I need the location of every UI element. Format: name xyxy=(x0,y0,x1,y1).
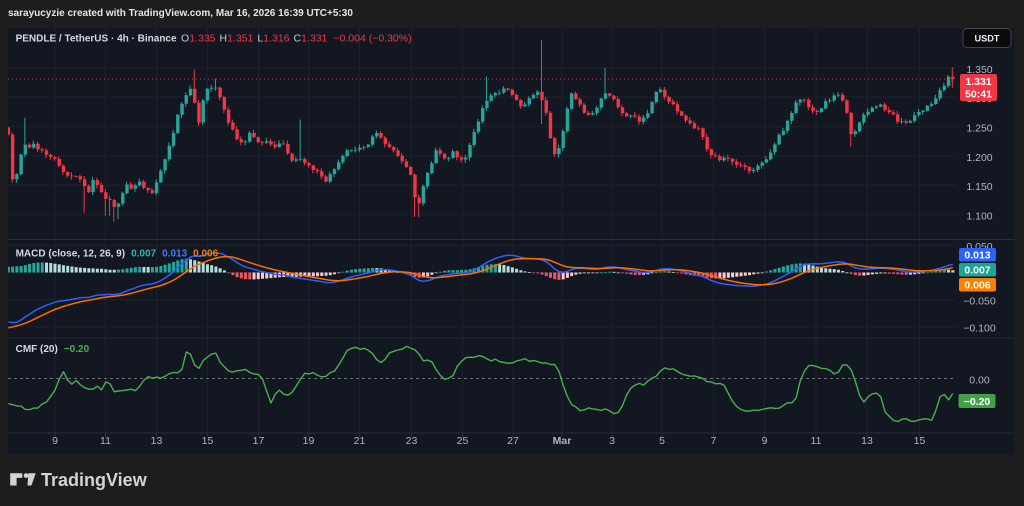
svg-text:1.331: 1.331 xyxy=(965,76,991,88)
svg-text:1.150: 1.150 xyxy=(966,181,992,193)
svg-text:9: 9 xyxy=(52,435,58,447)
svg-text:0.007: 0.007 xyxy=(964,265,990,277)
svg-text:50:41: 50:41 xyxy=(965,89,992,101)
svg-text:13: 13 xyxy=(861,435,873,447)
svg-text:1.100: 1.100 xyxy=(966,210,992,222)
svg-text:23: 23 xyxy=(406,435,418,447)
svg-text:−0.100: −0.100 xyxy=(963,323,996,335)
svg-text:5: 5 xyxy=(659,435,665,447)
svg-text:11: 11 xyxy=(811,435,822,447)
svg-text:3: 3 xyxy=(609,435,615,447)
svg-text:11: 11 xyxy=(100,435,111,447)
svg-text:Mar: Mar xyxy=(553,435,572,447)
svg-text:TradingView: TradingView xyxy=(41,470,148,490)
svg-text:19: 19 xyxy=(303,435,315,447)
svg-text:9: 9 xyxy=(762,435,768,447)
svg-text:PENDLE / TetherUS · 4h · Binan: PENDLE / TetherUS · 4h · BinanceO1.335H1… xyxy=(16,33,412,45)
svg-text:−0.050: −0.050 xyxy=(963,296,996,308)
svg-text:0.006: 0.006 xyxy=(964,280,990,292)
svg-text:7: 7 xyxy=(711,435,717,447)
svg-text:USDT: USDT xyxy=(974,34,999,44)
svg-text:1.250: 1.250 xyxy=(966,122,992,134)
svg-text:27: 27 xyxy=(507,435,519,447)
svg-text:15: 15 xyxy=(202,435,214,447)
svg-text:17: 17 xyxy=(253,435,265,447)
svg-text:21: 21 xyxy=(354,435,366,447)
svg-text:CMF (20)−0.20: CMF (20)−0.20 xyxy=(16,344,90,355)
svg-text:15: 15 xyxy=(914,435,926,447)
svg-text:0.013: 0.013 xyxy=(964,250,990,262)
svg-text:1.200: 1.200 xyxy=(966,152,992,164)
svg-text:25: 25 xyxy=(457,435,469,447)
svg-text:0.00: 0.00 xyxy=(969,374,990,386)
svg-text:13: 13 xyxy=(151,435,163,447)
svg-text:−0.20: −0.20 xyxy=(964,396,991,408)
